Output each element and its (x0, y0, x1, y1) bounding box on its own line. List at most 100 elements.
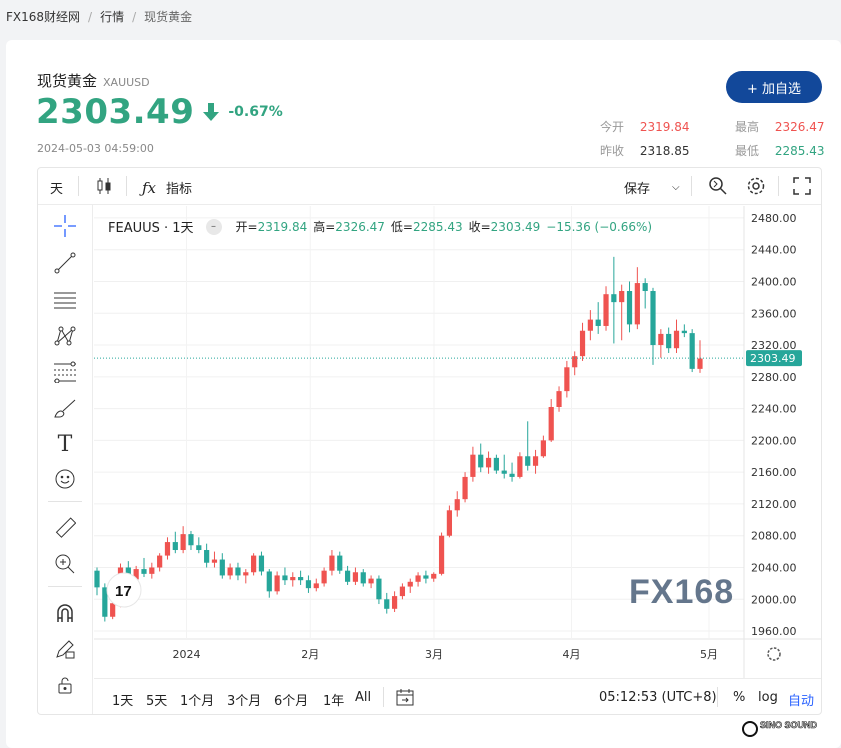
pattern-icon[interactable] (52, 323, 78, 349)
candle-body (344, 570, 351, 582)
x-tick-label: 2024 (173, 648, 201, 661)
prev-close-value: 2318.85 (639, 144, 690, 158)
breadcrumb-market[interactable]: 行情 (100, 8, 124, 25)
chart-legend: FEAUUS · 1天 – 开= 2319.84 高= 2326.47 低= 2285… (108, 217, 652, 236)
arrow-down-icon (203, 103, 220, 121)
candle-type-icon[interactable] (96, 177, 112, 195)
add-watchlist-button[interactable]: + 加自选 (726, 71, 822, 103)
legend-open-key: 开= (235, 220, 258, 234)
trend-line-icon[interactable] (52, 250, 78, 276)
low-value: 2285.43 (774, 144, 825, 158)
candle-body (611, 294, 617, 303)
toolbar-divider (48, 586, 82, 587)
crosshair-icon[interactable] (52, 213, 78, 239)
candle-body (689, 333, 695, 369)
last-price-label: 2303.49 (750, 352, 796, 365)
candle-body (485, 457, 492, 468)
interval-button[interactable]: 天 (50, 178, 63, 197)
log-scale-toggle[interactable]: log (758, 690, 778, 705)
candle-body (399, 586, 406, 597)
auto-scale-toggle[interactable]: 自动 (788, 690, 814, 709)
candle-body (298, 577, 304, 581)
candle-body (149, 567, 155, 574)
lock-icon[interactable] (52, 672, 78, 698)
ruler-icon[interactable] (52, 515, 78, 541)
candle-body (172, 542, 178, 551)
settings-gear-icon[interactable] (746, 176, 766, 196)
range-3m[interactable]: 3个月 (227, 690, 261, 709)
magnet-icon[interactable] (52, 600, 78, 626)
toolbar-divider (383, 687, 384, 707)
candle-body (305, 580, 312, 589)
indicators-button[interactable]: ƒx 指标 (142, 178, 193, 198)
legend-open-value: 2319.84 (257, 219, 308, 234)
collapse-legend-icon[interactable]: – (205, 218, 222, 235)
candle-body (673, 330, 680, 349)
toolbar-divider (717, 687, 718, 707)
range-5d[interactable]: 5天 (146, 690, 167, 709)
candle-body (258, 555, 265, 572)
price-chart[interactable]: 2480.00 2440.00 2400.00 2360.00 2320.00 2280.… (94, 206, 821, 678)
fullscreen-icon[interactable] (793, 177, 811, 195)
candle-body (525, 456, 531, 466)
date-range-calendar-icon[interactable] (395, 687, 415, 711)
y-tick-label: 2240.00 (751, 403, 797, 416)
y-tick-label: 1960.00 (751, 625, 797, 638)
candle-body (454, 499, 460, 511)
candle-body (352, 572, 359, 582)
axis-settings-gear-icon[interactable] (767, 647, 781, 661)
toolbar-divider (48, 501, 82, 502)
smiley-icon[interactable] (52, 466, 78, 492)
candle-body (587, 319, 593, 331)
candle-body (431, 573, 437, 579)
quick-search-icon[interactable] (708, 176, 728, 196)
candle-body (626, 291, 633, 325)
legend-close-value: 2303.49 (490, 219, 541, 234)
candle-body (407, 581, 413, 587)
horizontal-lines-icon[interactable] (52, 287, 78, 313)
candle-body (423, 575, 429, 579)
x-tick-label: 4月 (563, 648, 581, 661)
zoom-in-icon[interactable] (52, 551, 78, 577)
brush-icon[interactable] (52, 395, 78, 421)
x-tick-label: 5月 (700, 648, 718, 661)
candle-body (634, 283, 640, 325)
breadcrumb-separator: / (132, 9, 137, 24)
open-label: 今开 (600, 120, 625, 134)
candle-body (470, 454, 476, 477)
candle-body (141, 569, 147, 574)
range-6m[interactable]: 6个月 (274, 690, 308, 709)
range-all[interactable]: All (355, 690, 371, 705)
sino-sound-logo: SINO SOUND (742, 720, 818, 737)
candle-body (157, 555, 163, 568)
candle-body (462, 476, 468, 500)
candle-body (290, 577, 296, 581)
range-1y[interactable]: 1年 (323, 690, 344, 709)
candle-body (321, 570, 327, 584)
range-1d[interactable]: 1天 (112, 690, 133, 709)
candle-body (376, 578, 382, 600)
breadcrumb-separator: / (88, 9, 93, 24)
svg-text:SINO SOUND: SINO SOUND (760, 720, 818, 730)
fib-retracement-icon[interactable] (52, 359, 78, 385)
legend-high-value: 2326.47 (335, 219, 385, 234)
text-tool-icon[interactable]: T (52, 431, 78, 457)
clock-timezone[interactable]: 05:12:53 (UTC+8) (599, 690, 717, 705)
x-tick-label: 2月 (301, 648, 319, 661)
candle-body (391, 596, 398, 609)
quote-title: 现货黄金 XAUUSD (37, 70, 150, 91)
open-value: 2319.84 (639, 120, 690, 134)
indicators-label: 指标 (166, 182, 193, 197)
percent-scale-toggle[interactable]: % (733, 690, 745, 705)
y-tick-label: 2160.00 (751, 466, 797, 479)
candle-body (603, 294, 609, 326)
legend-close-key: 收= (468, 220, 491, 234)
save-button[interactable]: 保存 ⌵ (624, 178, 680, 197)
candle-body (666, 333, 672, 349)
quote-card: 现货黄金 XAUUSD 2303.49 -0.67% 2024-05-03 04… (6, 40, 841, 748)
candle-body (493, 457, 499, 471)
pencil-lock-icon[interactable] (52, 636, 78, 662)
legend-symbol: FEAUUS · 1天 (108, 221, 194, 236)
range-1m[interactable]: 1个月 (180, 690, 214, 709)
breadcrumb-home[interactable]: FX168财经网 (6, 8, 80, 25)
